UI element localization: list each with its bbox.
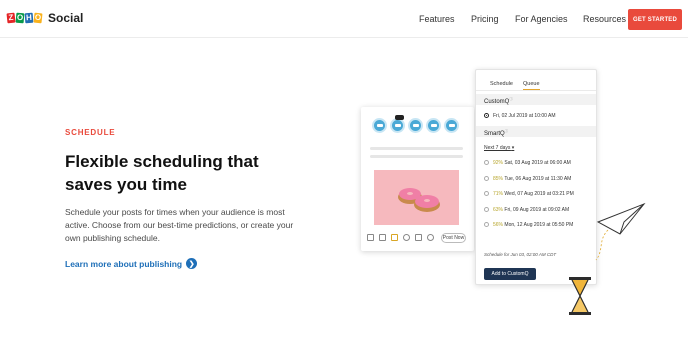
social-profile-avatars (372, 118, 459, 133)
nav-for-agencies[interactable]: For Agencies (515, 14, 568, 24)
zoho-logo-letters: Z O H O (6, 12, 43, 24)
preview-icon[interactable] (427, 234, 434, 241)
slot-time: Wed, 07 Aug 2019 at 03:21 PM (504, 191, 574, 197)
tab-queue[interactable]: Queue (523, 81, 540, 90)
logo-letter-o2: O (33, 12, 43, 24)
top-navigation-bar: Z O H O Social Features Pricing For Agen… (0, 0, 688, 38)
smartq-slot: 63% Fri, 09 Aug 2019 at 09:02 AM (493, 207, 569, 213)
nav-pricing[interactable]: Pricing (471, 14, 499, 24)
section-eyebrow: SCHEDULE (65, 128, 116, 137)
avatar-count-badge (395, 115, 404, 120)
text-placeholder-line (370, 155, 463, 158)
camera-icon[interactable] (367, 234, 374, 241)
smartq-radio[interactable] (484, 191, 489, 196)
schedule-note: Schedule for Jun 03, 02:00 AM CDT (484, 252, 557, 257)
slot-score: 56% (493, 222, 504, 228)
logo-letter-o: O (15, 12, 25, 24)
text-placeholder-line (370, 147, 463, 150)
slot-time: Fri, 09 Aug 2019 at 09:02 AM (504, 207, 570, 213)
customq-slot-time: Fri, 02 Jul 2019 at 10:00 AM (493, 113, 556, 119)
customq-label: CustomQ (484, 99, 510, 105)
emoji-icon[interactable] (403, 234, 410, 241)
donut-post-image (374, 170, 459, 225)
add-to-customq-button[interactable]: Add to CustomQ (484, 268, 536, 280)
smartq-radio[interactable] (484, 176, 489, 181)
nav-features[interactable]: Features (419, 14, 455, 24)
panel-tabs: Schedule Queue (476, 70, 596, 91)
smartq-slot: 71% Wed, 07 Aug 2019 at 03:21 PM (493, 191, 574, 197)
arrow-right-circle-icon: ❯ (186, 258, 198, 269)
composer-toolbar (367, 234, 434, 241)
slot-score: 71% (493, 191, 504, 197)
twitter-avatar-icon[interactable] (390, 118, 405, 133)
slot-score: 85% (493, 176, 504, 182)
calendar-icon[interactable] (415, 234, 422, 241)
logo-letter-h: H (24, 12, 34, 24)
hourglass-icon (569, 277, 591, 315)
smartq-radio[interactable] (484, 207, 489, 212)
hero-description: Schedule your posts for times when your … (65, 207, 294, 243)
smartq-slot: 92% Sat, 03 Aug 2019 at 06:00 AM (493, 160, 571, 166)
get-started-button[interactable]: GET STARTED (628, 9, 682, 30)
next-days-dropdown[interactable]: Next 7 days ▾ (484, 145, 514, 151)
zoho-social-logo[interactable]: Z O H O Social (6, 11, 84, 25)
hero-headline: Flexible scheduling that saves you time (65, 152, 259, 194)
learn-more-link[interactable]: Learn more about publishing ❯ (65, 258, 198, 269)
slot-time: Sat, 03 Aug 2019 at 06:00 AM (504, 160, 571, 166)
gif-icon[interactable] (379, 234, 386, 241)
twitter-avatar-icon[interactable] (426, 118, 441, 133)
slot-time: Tue, 06 Aug 2019 at 11:30 AM (504, 176, 572, 182)
paper-plane-icon (595, 202, 646, 261)
smartq-section-header: SmartQⓘ (476, 126, 596, 137)
smartq-slot: 85% Tue, 06 Aug 2019 at 11:30 AM (493, 176, 571, 182)
logo-letter-z: Z (6, 12, 16, 24)
donut-hole (407, 192, 413, 195)
tab-schedule[interactable]: Schedule (490, 81, 513, 87)
slot-score: 63% (493, 207, 504, 213)
schedule-queue-panel: Schedule Queue CustomQⓘ Fri, 02 Jul 2019… (475, 69, 597, 285)
post-now-button[interactable]: Post Now (441, 233, 466, 243)
smartq-radio[interactable] (484, 222, 489, 227)
scissors-icon[interactable] (391, 234, 398, 241)
learn-more-label: Learn more about publishing (65, 258, 183, 269)
post-composer-card: Post Now (361, 107, 474, 251)
nav-resources[interactable]: Resources (583, 14, 626, 24)
twitter-avatar-icon[interactable] (408, 118, 423, 133)
chevron-down-icon: ▾ (511, 145, 515, 151)
product-name: Social (48, 11, 84, 25)
smartq-label: SmartQ (484, 131, 505, 137)
customq-radio[interactable] (484, 113, 489, 118)
slot-time: Mon, 12 Aug 2019 at 05:50 PM (504, 222, 574, 228)
smartq-radio[interactable] (484, 160, 489, 165)
slot-score: 92% (493, 160, 504, 166)
info-icon: ⓘ (504, 129, 509, 133)
donut-hole (424, 199, 430, 202)
smartq-slot: 56% Mon, 12 Aug 2019 at 05:50 PM (493, 222, 573, 228)
next-days-label: Next 7 days (484, 145, 511, 151)
info-icon: ⓘ (509, 97, 513, 101)
twitter-avatar-icon[interactable] (444, 118, 459, 133)
customq-section-header: CustomQⓘ (476, 94, 596, 105)
twitter-avatar-icon[interactable] (372, 118, 387, 133)
